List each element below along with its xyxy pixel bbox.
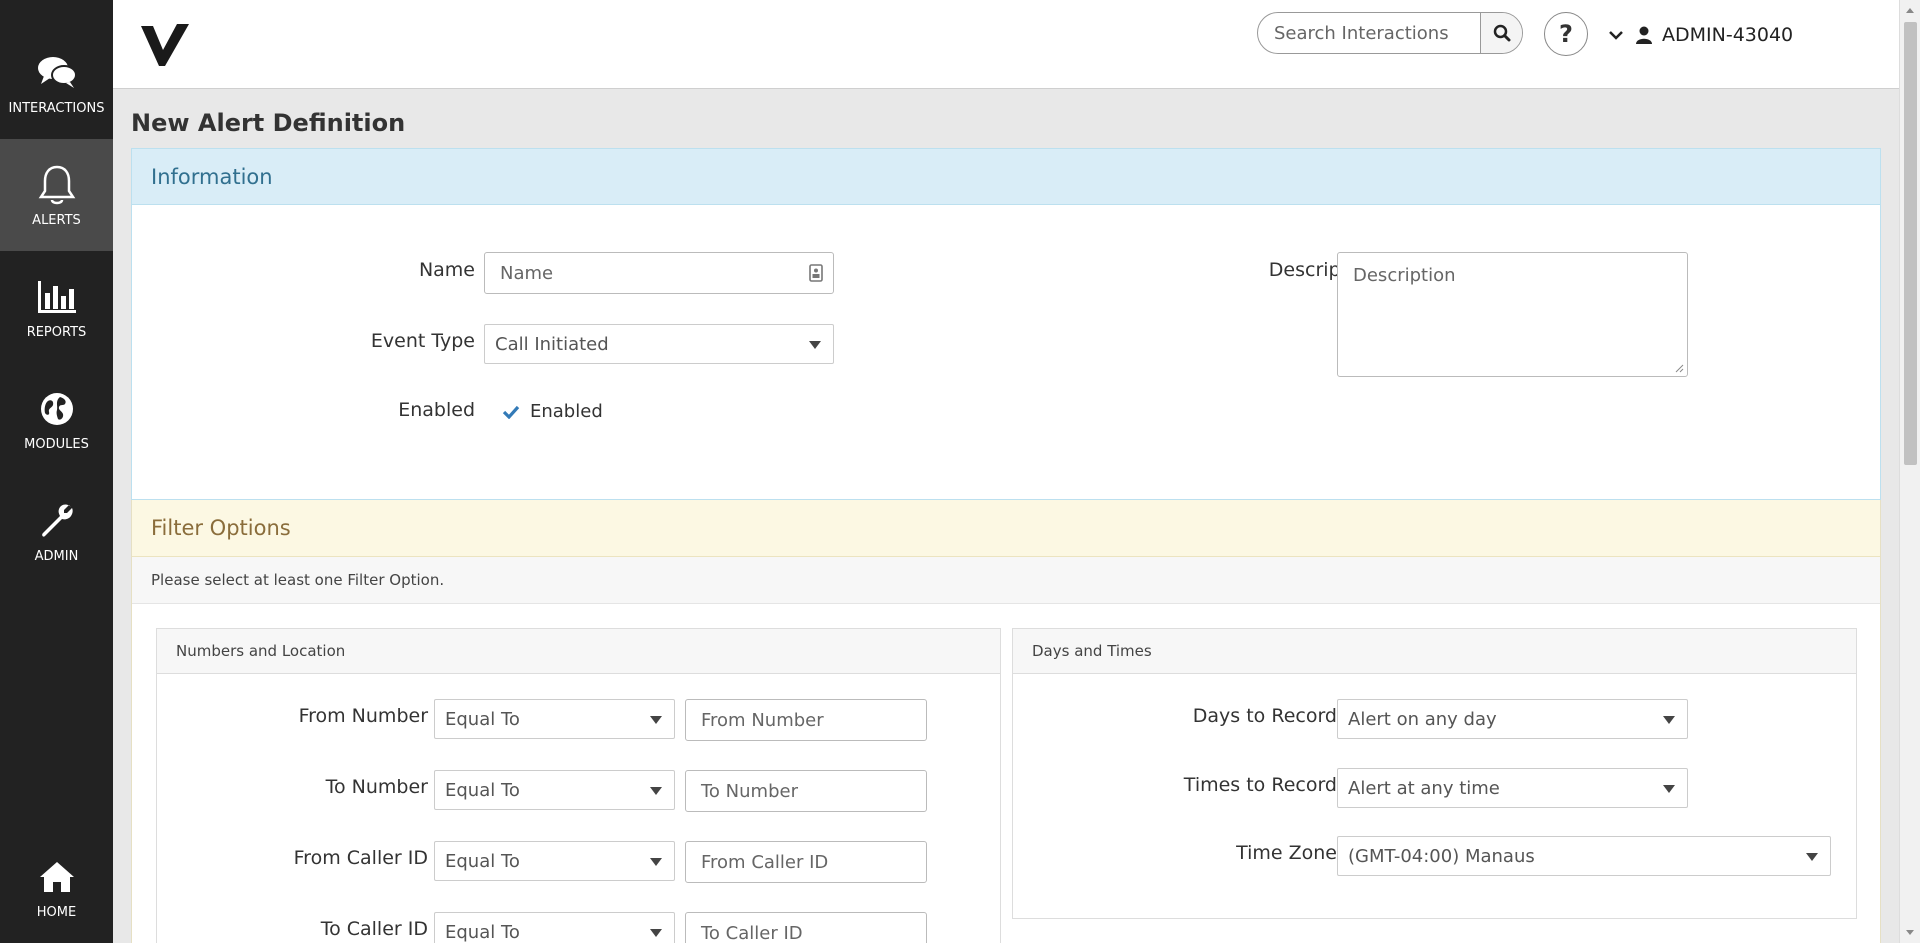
to-number-operator: Equal To bbox=[445, 779, 520, 801]
top-bar: ? ADMIN-43040 bbox=[113, 0, 1899, 89]
days-to-record-select[interactable]: Alert on any day bbox=[1337, 699, 1688, 739]
from-caller-id-placeholder: From Caller ID bbox=[701, 851, 829, 873]
name-placeholder: Name bbox=[500, 262, 554, 284]
event-type-label: Event Type bbox=[370, 330, 475, 352]
numbers-location-panel: Numbers and Location From Number Equal T… bbox=[156, 628, 1001, 943]
scroll-thumb[interactable] bbox=[1904, 22, 1917, 465]
search-button[interactable] bbox=[1480, 13, 1522, 53]
to-number-operator-select[interactable]: Equal To bbox=[434, 770, 675, 810]
nav-modules[interactable]: MODULES bbox=[0, 363, 113, 475]
globe-icon bbox=[35, 387, 79, 431]
to-number-label: To Number bbox=[325, 776, 428, 798]
to-caller-id-placeholder: To Caller ID bbox=[701, 922, 803, 943]
from-caller-id-input[interactable]: From Caller ID bbox=[685, 841, 927, 883]
dropdown-caret-icon bbox=[1663, 716, 1675, 724]
help-button[interactable]: ? bbox=[1544, 12, 1588, 56]
time-zone-label: Time Zone bbox=[1236, 842, 1337, 864]
nav-home-label: HOME bbox=[36, 904, 77, 920]
time-zone-value: (GMT-04:00) Manaus bbox=[1348, 845, 1535, 867]
to-caller-id-operator: Equal To bbox=[445, 921, 520, 943]
search-box bbox=[1257, 12, 1523, 54]
days-times-heading: Days and Times bbox=[1013, 629, 1856, 674]
scroll-down-arrow-icon[interactable] bbox=[1905, 929, 1915, 937]
nav-admin-label: ADMIN bbox=[34, 548, 79, 564]
user-name: ADMIN-43040 bbox=[1662, 24, 1794, 46]
user-menu[interactable]: ADMIN-43040 bbox=[1608, 20, 1793, 50]
nav-reports-label: REPORTS bbox=[26, 324, 87, 340]
help-icon: ? bbox=[1559, 20, 1573, 48]
page-title: New Alert Definition bbox=[131, 109, 406, 137]
nav-alerts[interactable]: ALERTS bbox=[0, 139, 113, 251]
filter-options-panel: Filter Options Please select at least on… bbox=[131, 500, 1881, 943]
search-icon bbox=[1493, 24, 1510, 42]
bell-icon bbox=[35, 163, 79, 207]
enabled-checkbox[interactable]: Enabled bbox=[502, 401, 603, 422]
times-to-record-select[interactable]: Alert at any time bbox=[1337, 768, 1688, 808]
user-icon bbox=[1636, 26, 1652, 44]
from-caller-id-label: From Caller ID bbox=[293, 847, 428, 869]
filter-note: Please select at least one Filter Option… bbox=[132, 557, 1880, 604]
name-label: Name bbox=[418, 259, 475, 281]
description-textarea[interactable]: Description bbox=[1337, 252, 1688, 377]
from-number-operator: Equal To bbox=[445, 708, 520, 730]
resize-handle-icon[interactable] bbox=[1674, 363, 1684, 373]
from-number-operator-select[interactable]: Equal To bbox=[434, 699, 675, 739]
to-caller-id-label: To Caller ID bbox=[320, 918, 428, 940]
dropdown-caret-icon bbox=[1806, 853, 1818, 861]
information-panel: Information Name Name Event Type Call In… bbox=[131, 148, 1881, 500]
dropdown-caret-icon bbox=[650, 716, 662, 724]
sidebar: INTERACTIONS ALERTS REPORTS MODULES ADMI… bbox=[0, 0, 113, 943]
time-zone-select[interactable]: (GMT-04:00) Manaus bbox=[1337, 836, 1831, 876]
brand-logo[interactable] bbox=[137, 20, 193, 70]
from-number-label: From Number bbox=[298, 705, 428, 727]
nav-home[interactable]: HOME bbox=[0, 831, 113, 943]
checkmark-icon bbox=[502, 405, 520, 419]
from-number-input[interactable]: From Number bbox=[685, 699, 927, 741]
from-caller-id-operator: Equal To bbox=[445, 850, 520, 872]
times-to-record-label: Times to Record bbox=[1183, 774, 1337, 796]
to-caller-id-operator-select[interactable]: Equal To bbox=[434, 912, 675, 943]
nav-interactions-label: INTERACTIONS bbox=[8, 100, 105, 116]
information-heading: Information bbox=[132, 149, 1880, 205]
nav-modules-label: MODULES bbox=[24, 436, 89, 452]
wrench-icon bbox=[35, 499, 79, 543]
dropdown-caret-icon bbox=[650, 929, 662, 937]
bar-chart-icon bbox=[35, 275, 79, 319]
nav-interactions[interactable]: INTERACTIONS bbox=[0, 27, 113, 139]
home-icon bbox=[35, 855, 79, 899]
to-caller-id-input[interactable]: To Caller ID bbox=[685, 912, 927, 943]
event-type-select[interactable]: Call Initiated bbox=[484, 324, 834, 364]
nav-alerts-label: ALERTS bbox=[32, 212, 81, 228]
from-number-placeholder: From Number bbox=[701, 709, 824, 731]
days-to-record-label: Days to Record bbox=[1192, 705, 1337, 727]
chat-bubbles-icon bbox=[35, 51, 79, 95]
times-to-record-value: Alert at any time bbox=[1348, 777, 1500, 799]
to-number-input[interactable]: To Number bbox=[685, 770, 927, 812]
filter-options-heading: Filter Options bbox=[132, 500, 1880, 557]
nav-admin[interactable]: ADMIN bbox=[0, 475, 113, 587]
dropdown-caret-icon bbox=[1663, 785, 1675, 793]
search-input[interactable] bbox=[1258, 13, 1483, 53]
dropdown-caret-icon bbox=[809, 341, 821, 349]
dropdown-caret-icon bbox=[650, 858, 662, 866]
scroll-up-arrow-icon[interactable] bbox=[1905, 6, 1915, 14]
days-to-record-value: Alert on any day bbox=[1348, 708, 1497, 730]
chevron-down-icon bbox=[1609, 31, 1623, 40]
numbers-location-heading: Numbers and Location bbox=[157, 629, 1000, 674]
from-caller-id-operator-select[interactable]: Equal To bbox=[434, 841, 675, 881]
enabled-text: Enabled bbox=[530, 401, 603, 422]
enabled-label: Enabled bbox=[398, 399, 475, 421]
event-type-value: Call Initiated bbox=[495, 333, 609, 355]
contact-card-icon bbox=[809, 264, 823, 282]
dropdown-caret-icon bbox=[650, 787, 662, 795]
to-number-placeholder: To Number bbox=[701, 780, 798, 802]
name-field[interactable]: Name bbox=[484, 252, 834, 294]
description-placeholder: Description bbox=[1353, 265, 1456, 286]
days-times-panel: Days and Times Days to Record Alert on a… bbox=[1012, 628, 1857, 919]
page-scrollbar[interactable] bbox=[1899, 0, 1920, 943]
nav-reports[interactable]: REPORTS bbox=[0, 251, 113, 363]
